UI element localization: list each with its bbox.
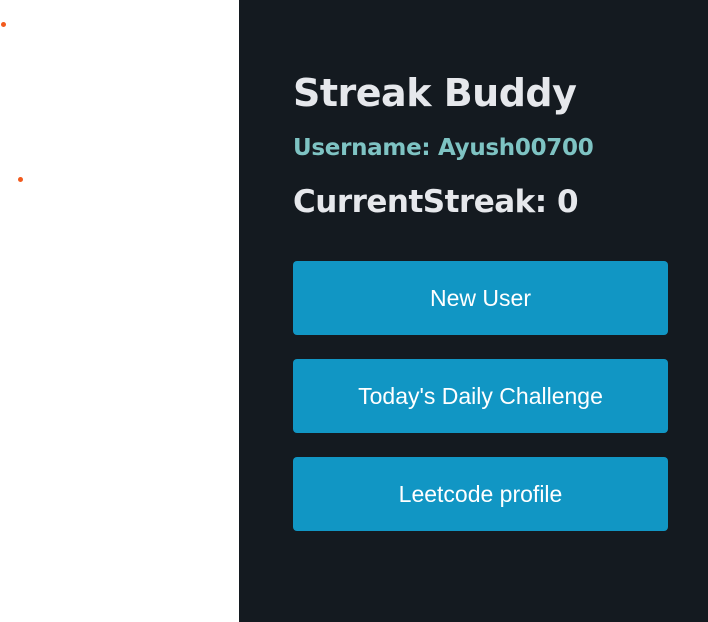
decorative-dot (1, 22, 6, 27)
action-buttons: New User Today's Daily Challenge Leetcod… (293, 261, 668, 531)
daily-challenge-button[interactable]: Today's Daily Challenge (293, 359, 668, 433)
current-streak-label: CurrentStreak: 0 (293, 184, 579, 220)
leetcode-profile-button[interactable]: Leetcode profile (293, 457, 668, 531)
new-user-button[interactable]: New User (293, 261, 668, 335)
decorative-dot (18, 177, 23, 182)
page: Streak Buddy Username: Ayush00700 Curren… (0, 0, 708, 622)
extension-panel: Streak Buddy Username: Ayush00700 Curren… (239, 0, 708, 622)
username-label: Username: Ayush00700 (293, 135, 594, 161)
app-title: Streak Buddy (293, 71, 577, 115)
